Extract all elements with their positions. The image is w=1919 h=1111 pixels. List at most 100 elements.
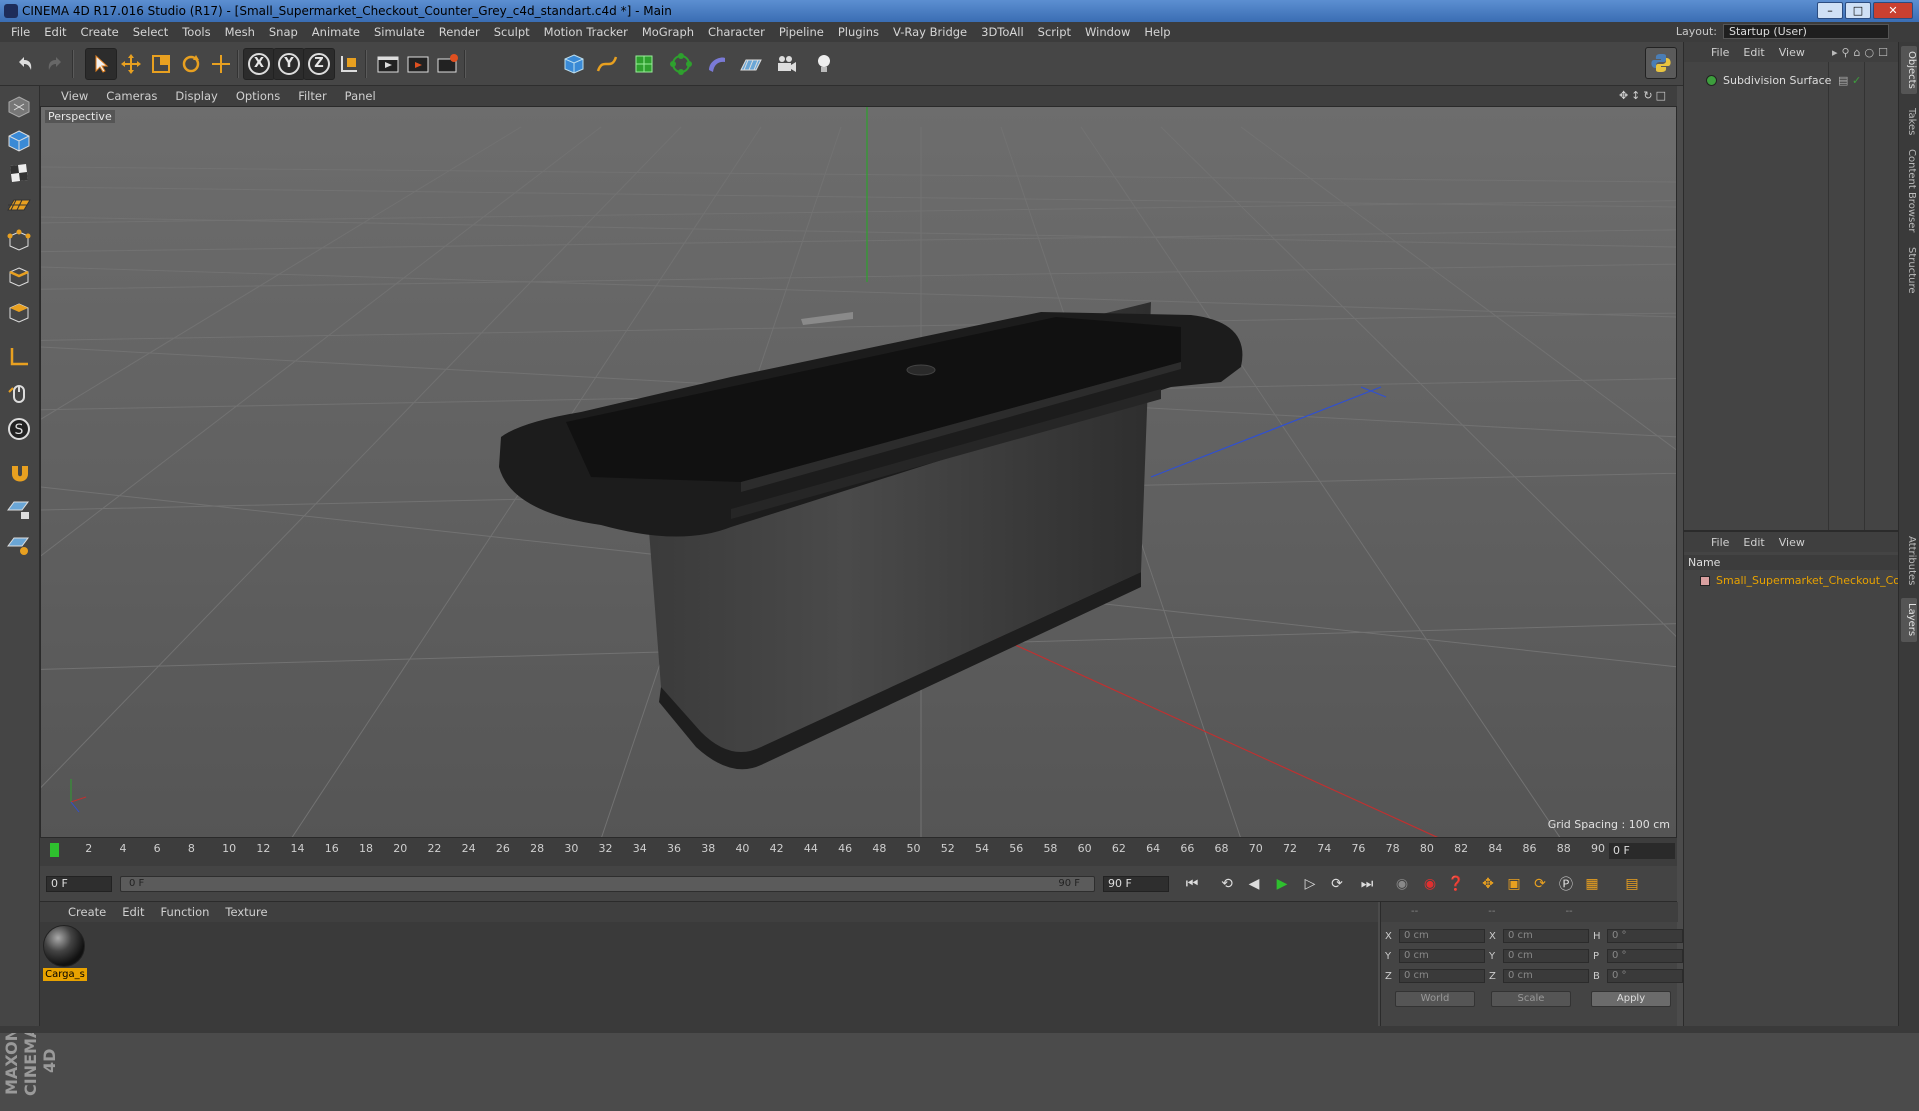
material-menu-function[interactable]: Function [153,905,218,919]
size-y-field[interactable]: 0 cm [1503,949,1589,963]
object-menu-file[interactable]: File [1704,46,1736,59]
z-axis-icon[interactable]: Z [303,48,335,80]
size-z-field[interactable]: 0 cm [1503,969,1589,983]
object-menu-view[interactable]: View [1772,46,1812,59]
object-row-subdivision-surface[interactable]: Subdivision Surface ▤ ✓ [1686,72,1884,88]
current-frame-field[interactable]: 0 F [1609,843,1675,859]
menu-tools[interactable]: Tools [175,25,217,39]
menu-edit[interactable]: Edit [37,25,73,39]
move-icon[interactable] [115,48,147,80]
layer-name-column-header[interactable]: Name [1684,555,1899,570]
menu-3dtoall[interactable]: 3DToAll [974,25,1031,39]
position-x-field[interactable]: 0 cm [1399,929,1485,943]
end-frame-field[interactable]: 90 F [1103,876,1169,892]
menu-file[interactable]: File [4,25,37,39]
y-axis-icon[interactable]: Y [273,48,305,80]
playhead-marker[interactable] [50,843,59,857]
timeline-ruler[interactable]: 0246810121416182022242628303234363840424… [40,838,1677,866]
menu-vray-bridge[interactable]: V-Ray Bridge [886,25,974,39]
light-icon[interactable] [808,48,840,80]
coordinate-system-dropdown[interactable]: World [1395,991,1475,1007]
go-to-next-keyframe-icon[interactable]: ⟳ [1325,872,1349,896]
next-frame-icon[interactable]: ▷ [1298,872,1322,896]
rotation-h-field[interactable]: 0 ° [1607,929,1683,943]
key-pla-icon[interactable]: ▦ [1580,872,1604,896]
record-active-objects-icon[interactable]: ◉ [1390,872,1414,896]
make-editable-icon[interactable] [4,92,34,122]
go-to-end-icon[interactable]: ⏭ [1355,872,1379,896]
material-menu-edit[interactable]: Edit [114,905,152,919]
menu-snap[interactable]: Snap [262,25,305,39]
key-position-icon[interactable]: ✥ [1476,872,1500,896]
tab-objects[interactable]: Objects [1901,46,1917,94]
model-mode-icon[interactable] [4,126,34,156]
frame-range-slider[interactable]: 0 F 90 F [120,876,1095,892]
menu-plugins[interactable]: Plugins [831,25,886,39]
layer-menu-view[interactable]: View [1772,536,1812,549]
menu-window[interactable]: Window [1078,25,1137,39]
undo-icon[interactable] [8,48,40,80]
render-view-icon[interactable] [372,48,404,80]
tab-layers[interactable]: Layers [1901,598,1917,642]
material-menu-texture[interactable]: Texture [217,905,275,919]
points-mode-icon[interactable] [4,226,34,256]
viewport-menu-display[interactable]: Display [166,89,226,103]
magnet-icon[interactable] [4,458,34,488]
position-z-field[interactable]: 0 cm [1399,969,1485,983]
viewport-nav-icons[interactable]: ✥↕↻□ [1619,89,1669,102]
apply-button[interactable]: Apply [1591,991,1671,1007]
minimize-icon[interactable]: – [1817,2,1843,19]
snap-icon[interactable]: S [4,414,34,444]
start-frame-field[interactable]: 0 F [46,876,112,892]
menu-select[interactable]: Select [126,25,175,39]
autokeying-icon[interactable]: ◉ [1418,872,1442,896]
material-menu-create[interactable]: Create [60,905,114,919]
menu-create[interactable]: Create [74,25,126,39]
edit-render-settings-icon[interactable] [432,48,464,80]
tab-takes[interactable]: Takes [1901,104,1917,140]
viewport-menu-panel[interactable]: Panel [336,89,385,103]
menu-motion-tracker[interactable]: Motion Tracker [537,25,635,39]
menu-render[interactable]: Render [432,25,487,39]
select-arrow-icon[interactable] [85,48,117,80]
texture-mode-icon[interactable] [4,158,34,188]
object-manager-toolbar-icons[interactable]: ▸⚲⌂○☐ [1832,46,1892,59]
workplane-mode-icon[interactable] [4,190,34,220]
camera-icon[interactable] [770,48,802,80]
tab-content-browser[interactable]: Content Browser [1901,146,1917,236]
render-picture-viewer-icon[interactable] [402,48,434,80]
redo-icon[interactable] [40,48,72,80]
rotate-icon[interactable] [175,48,207,80]
planar-workplane-icon[interactable] [4,530,34,560]
menu-mesh[interactable]: Mesh [218,25,262,39]
previous-frame-icon[interactable]: ◀ [1242,872,1266,896]
viewport-menu-options[interactable]: Options [227,89,289,103]
coordinate-system-icon[interactable] [333,48,365,80]
key-rotation-icon[interactable]: ⟳ [1528,872,1552,896]
axis-mode-icon[interactable] [4,342,34,372]
add-live-selection-icon[interactable] [205,48,237,80]
enabled-check-icon[interactable]: ✓ [1852,74,1861,87]
tab-attributes[interactable]: Attributes [1901,530,1917,592]
spline-pen-icon[interactable] [591,48,623,80]
deformer-icon[interactable] [701,48,733,80]
key-parameter-icon[interactable]: Ⓟ [1554,872,1578,896]
menu-script[interactable]: Script [1031,25,1078,39]
position-y-field[interactable]: 0 cm [1399,949,1485,963]
menu-animate[interactable]: Animate [305,25,367,39]
polygons-mode-icon[interactable] [4,298,34,328]
rotation-p-field[interactable]: 0 ° [1607,949,1683,963]
rotation-b-field[interactable]: 0 ° [1607,969,1683,983]
size-x-field[interactable]: 0 cm [1503,929,1589,943]
edges-mode-icon[interactable] [4,262,34,292]
array-icon[interactable] [665,48,697,80]
object-menu-edit[interactable]: Edit [1736,46,1771,59]
visibility-toggle-icon[interactable]: ▤ [1838,74,1848,87]
go-to-previous-keyframe-icon[interactable]: ⟲ [1215,872,1239,896]
cube-primitive-icon[interactable] [558,48,590,80]
menu-character[interactable]: Character [701,25,772,39]
keyframe-selection-icon[interactable]: ❓ [1444,872,1468,896]
close-icon[interactable]: ✕ [1873,2,1913,19]
key-scale-icon[interactable]: ▣ [1502,872,1526,896]
layout-dropdown[interactable]: Startup (User) [1723,24,1889,39]
